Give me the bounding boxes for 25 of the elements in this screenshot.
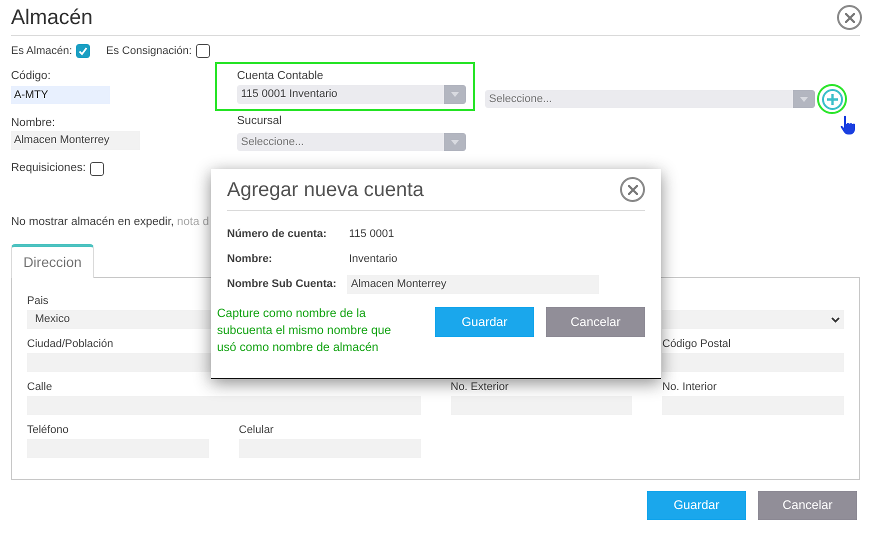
option-text: No mostrar almacén en expedir,	[11, 215, 174, 230]
field-label: Cuenta Contable	[237, 69, 324, 84]
field-label: Pais	[27, 294, 48, 309]
field-label: No. Interior	[662, 380, 717, 395]
hint-text: Capture como nombre de la subcuenta el mismo nombre que usó como nombre de almacén	[217, 305, 392, 356]
checkbox-label: Es Almacén:	[11, 44, 72, 59]
field-label: Nombre:	[227, 252, 274, 267]
field-label: Ciudad/Población	[27, 337, 114, 352]
field-label: Teléfono	[27, 423, 69, 438]
field-value: 115 0001	[349, 226, 394, 242]
field-label: Número de cuenta:	[227, 226, 328, 242]
field-label: Nombre:	[11, 116, 56, 131]
field-label: Nombre Sub Cuenta:	[227, 276, 338, 292]
dialog-title: Agregar nueva cuenta	[227, 178, 424, 202]
field-label: Sucursal	[237, 114, 282, 129]
field-label: Código:	[11, 69, 51, 84]
window-title: Almacén	[11, 4, 93, 31]
field-label: Código Postal	[662, 337, 731, 352]
checkbox-label: Es Consignación:	[106, 44, 192, 59]
checkbox-label: Requisiciones:	[11, 161, 86, 176]
option-text: nota d	[177, 215, 209, 230]
field-label: No. Exterior	[450, 380, 509, 395]
field-label: Celular	[238, 423, 274, 438]
field-value: Inventario	[349, 252, 398, 267]
field-label: Calle	[27, 380, 52, 395]
